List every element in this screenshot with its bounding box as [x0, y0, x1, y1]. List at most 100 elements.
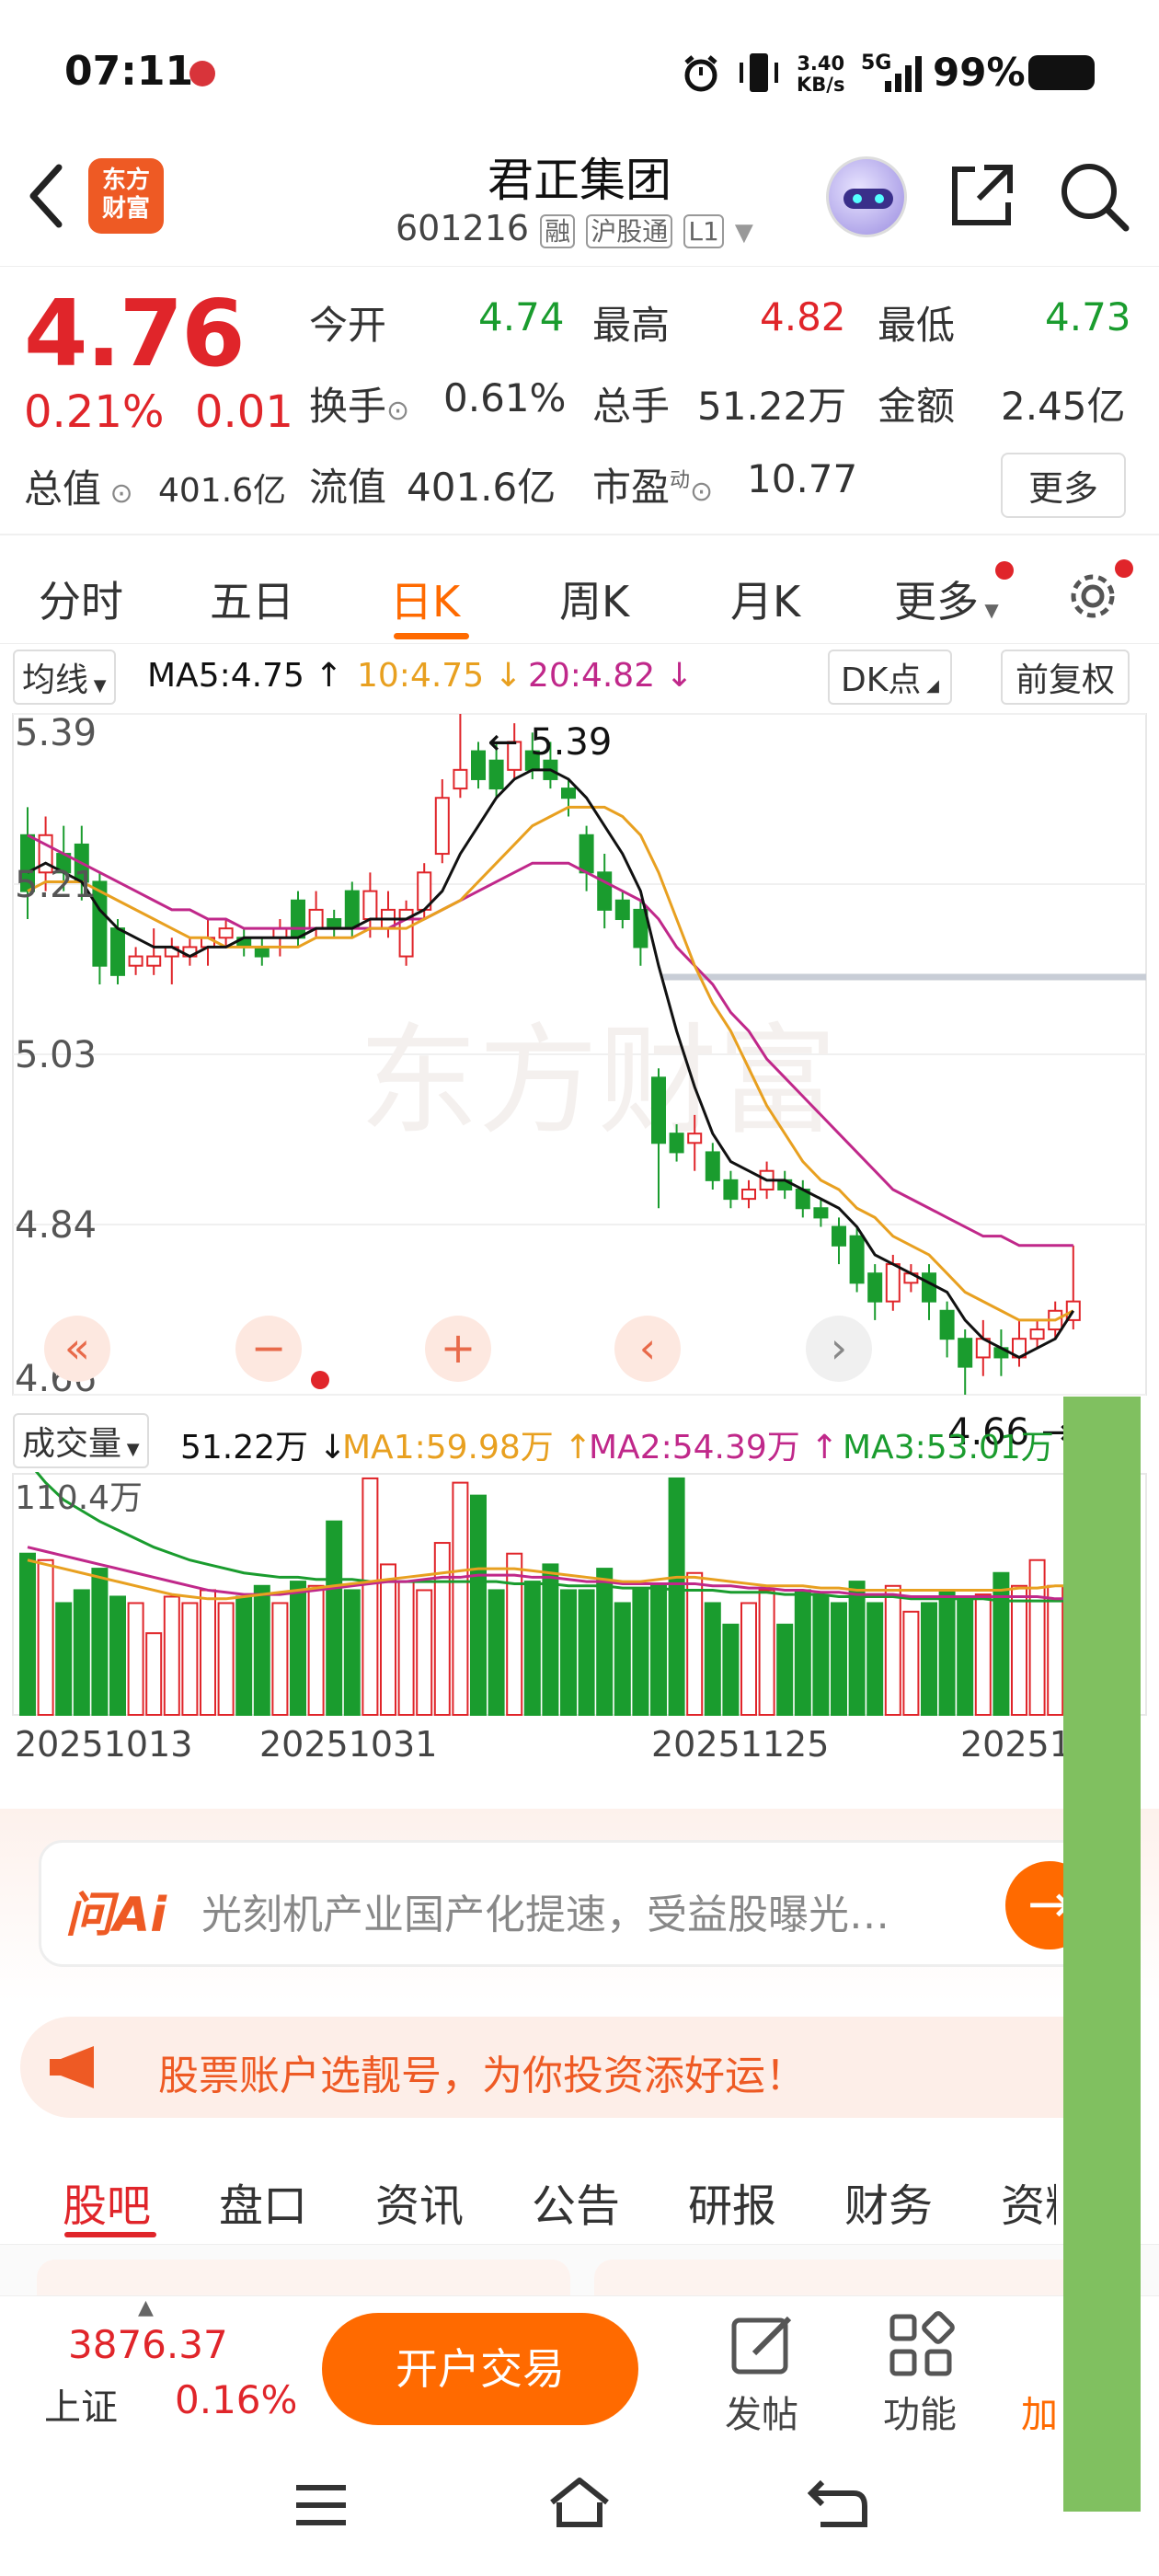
info-icon[interactable]: ⊙	[690, 476, 713, 508]
robot-assistant-icon[interactable]	[826, 156, 907, 237]
candle-body	[128, 955, 143, 967]
tab-research[interactable]: 研报	[688, 2169, 776, 2234]
volume-bar	[542, 1563, 559, 1716]
volume-bar	[902, 1610, 920, 1716]
tab-more[interactable]: 更多 ▼	[894, 569, 999, 629]
volume-bar	[812, 1595, 830, 1716]
tab-more-label: 更多	[894, 577, 979, 627]
zoom-out-far-button[interactable]: «	[44, 1316, 110, 1382]
menu-icon[interactable]	[293, 2480, 350, 2530]
chevron-down-icon[interactable]: ▼	[735, 219, 753, 247]
volume-label: 总手	[592, 384, 671, 429]
notification-dot	[995, 561, 1014, 580]
low-value: 4.73	[1045, 294, 1131, 339]
open-account-trade-button[interactable]: 开户交易	[322, 2313, 638, 2425]
tab-finance[interactable]: 财务	[844, 2169, 933, 2234]
date-label: 20251	[960, 1724, 1072, 1765]
share-icon[interactable]	[947, 160, 1017, 230]
volume-bar	[884, 1584, 901, 1716]
candle-body	[579, 834, 594, 874]
scroll-right-button[interactable]: ›	[806, 1316, 872, 1382]
promo-banner[interactable]: 股票账户选靓号，为你投资添好运！	[20, 2017, 1133, 2118]
volume-bar	[866, 1602, 884, 1716]
candle-body	[254, 946, 270, 958]
megaphone-icon	[50, 2046, 94, 2088]
volume-bar	[993, 1571, 1010, 1717]
candle-body	[327, 918, 342, 930]
volume-bar	[614, 1602, 631, 1716]
stock-name: 君正集团	[488, 154, 671, 207]
candle-body	[1029, 1328, 1045, 1340]
expand-up-icon[interactable]: ▲	[138, 2296, 154, 2319]
vol-ma3-legend: MA3:53.01万 ↓	[843, 1429, 1093, 1466]
back-icon[interactable]	[26, 164, 66, 228]
tab-news[interactable]: 资讯	[375, 2169, 464, 2234]
functions-grid-icon[interactable]	[887, 2311, 955, 2379]
candle-body	[705, 1151, 720, 1181]
index-value[interactable]: 3876.37	[68, 2322, 228, 2367]
candle-body	[832, 1225, 846, 1247]
home-icon[interactable]	[546, 2475, 613, 2530]
volume-bar	[307, 1584, 325, 1716]
candle-body	[471, 750, 486, 780]
ai-search-box[interactable]: 问Ai 光刻机产业国产化提速，受益股曝光… →	[39, 1840, 1124, 1967]
volume-bar	[848, 1581, 866, 1717]
info-icon[interactable]: ⊙	[386, 395, 409, 427]
dk-point-button[interactable]: DK点 ◢	[828, 650, 952, 705]
candle-body	[741, 1188, 756, 1201]
more-quote-button[interactable]: 更多	[1001, 453, 1127, 518]
volume-selector[interactable]: 成交量 ▼	[13, 1413, 149, 1468]
bottom-toolbar: ▲ 3876.37 上证 0.16% 开户交易 发帖 功能 加	[0, 2295, 1159, 2443]
ma-selector[interactable]: 均线 ▼	[13, 650, 116, 705]
red-dot	[311, 1371, 329, 1389]
zoom-out-button[interactable]: −	[235, 1316, 302, 1382]
candlestick-chart[interactable]: 东方财富 5.395.215.034.844.66 ← 5.39 4.66 →	[0, 708, 1159, 1454]
volume-bar	[73, 1589, 90, 1716]
tab-five-day[interactable]: 五日	[210, 569, 294, 629]
candle-body	[218, 927, 234, 939]
zoom-in-button[interactable]: +	[425, 1316, 491, 1382]
back-nav-icon[interactable]	[808, 2475, 868, 2530]
volume-bar	[380, 1563, 396, 1716]
volume-bar	[200, 1589, 216, 1716]
functions-label[interactable]: 功能	[883, 2385, 957, 2438]
status-bar: 07:11 3.40 KB/s 5G 99%	[0, 0, 1159, 152]
low-label: 最低	[878, 303, 956, 348]
search-icon[interactable]	[1058, 160, 1131, 234]
overlay-strip	[1063, 1397, 1141, 2512]
edit-post-icon[interactable]	[729, 2311, 797, 2379]
add-watchlist-label[interactable]: 加	[1021, 2385, 1058, 2438]
adjust-button[interactable]: 前复权	[1001, 650, 1130, 705]
volume-bar	[145, 1632, 163, 1716]
volume-bar	[704, 1602, 721, 1716]
settings-gear-icon[interactable]	[1065, 569, 1120, 624]
stock-header: 东方 财富 君正集团 601216 融 沪股通 L1 ▼	[0, 138, 1159, 267]
ma5-legend: MA5:4.75 ↑	[147, 657, 343, 695]
tab-weekly-k[interactable]: 周K	[559, 569, 629, 629]
volume-bar	[921, 1602, 937, 1716]
tab-announcements[interactable]: 公告	[532, 2169, 620, 2234]
watermark: 东方财富	[359, 1011, 837, 1151]
tab-profile[interactable]: 资料	[1001, 2169, 1056, 2234]
max-price-marker: ← 5.39	[488, 721, 612, 764]
pe-label-text: 市盈	[592, 465, 671, 510]
tab-order-book[interactable]: 盘口	[219, 2169, 307, 2234]
market-cap-value: 401.6亿	[158, 472, 287, 510]
volume-bar	[416, 1589, 433, 1716]
scroll-left-button[interactable]: ‹	[614, 1316, 681, 1382]
volume-bar	[650, 1584, 667, 1716]
app-logo: 东方 财富	[88, 158, 164, 234]
turnover-label-text: 换手	[309, 384, 387, 429]
app-notification-icon	[189, 61, 215, 86]
tab-forum[interactable]: 股吧	[63, 2169, 151, 2234]
volume-bar	[326, 1520, 343, 1716]
tab-monthly-k[interactable]: 月K	[730, 569, 800, 629]
volume-bar	[37, 1558, 54, 1716]
y-tick-label: 4.84	[15, 1204, 97, 1247]
post-label[interactable]: 发帖	[725, 2385, 798, 2438]
tab-timeshare[interactable]: 分时	[39, 569, 123, 629]
tab-daily-k[interactable]: 日K	[390, 569, 460, 629]
volume-chart[interactable]: 110.4万	[0, 1472, 1159, 1730]
amount-label: 金额	[878, 384, 956, 429]
info-icon[interactable]: ⊙	[101, 477, 133, 510]
